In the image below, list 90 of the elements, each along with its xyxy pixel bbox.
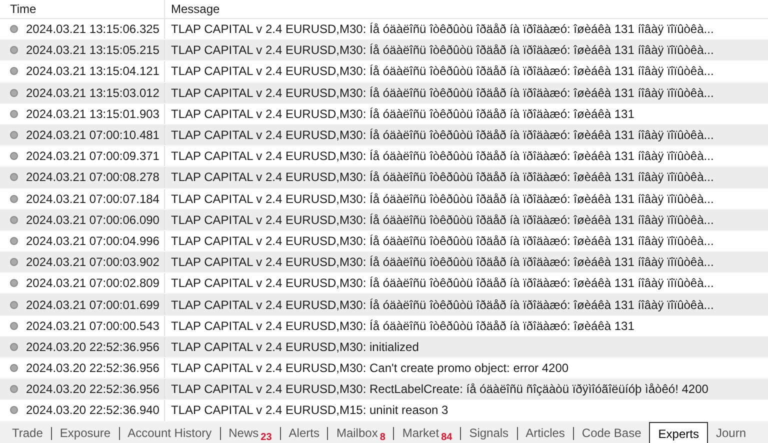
message-cell-text: TLAP CAPITAL v 2.4 EURUSD,M30: Can't create promo object: error 4200 <box>170 360 569 378</box>
time-cell-text: 2024.03.21 07:00:00.543 <box>26 318 160 335</box>
panel-tab[interactable]: Signals <box>461 422 517 443</box>
time-cell-text: 2024.03.21 13:15:06.325 <box>26 21 160 38</box>
status-dot-icon <box>10 385 18 394</box>
time-cell-text: 2024.03.20 22:52:36.956 <box>26 360 160 378</box>
log-row[interactable]: 2024.03.21 07:00:04.996 TLAP CAPITAL v 2.4 EURUSD,M30: Íå óäàëîñü îòêðûòü îðäåð íà ïðîäàæó: îøèáêà 131 íîâàÿ ïîïûòêà... <box>0 230 768 252</box>
status-dot-icon <box>10 236 18 245</box>
message-cell-text: TLAP CAPITAL v 2.4 EURUSD,M30: RectLabelCreate: íå óäàëîñü ñîçäàòü ïðÿìîóãîëüíóþ ìåòêó! 4200 <box>170 381 708 398</box>
status-dot-icon <box>10 173 18 182</box>
log-row[interactable]: 2024.03.21 07:00:09.371 TLAP CAPITAL v 2.4 EURUSD,M30: Íå óäàëîñü îòêðûòü îðäåð íà ïðîäàæó: îøèáêà 131 íîâàÿ ïîïûòêà... <box>0 146 768 168</box>
status-dot-icon <box>10 364 18 372</box>
log-row[interactable]: 2024.03.20 22:52:36.956 TLAP CAPITAL v 2.4 EURUSD,M30: Can't create promo object: error 4200 <box>0 358 768 380</box>
panel-tab[interactable]: Alerts <box>280 422 328 443</box>
log-row[interactable]: 2024.03.20 22:52:36.940 TLAP CAPITAL v 2.4 EURUSD,M15: uninit reason 3 <box>0 400 768 422</box>
status-dot-icon <box>10 322 18 330</box>
time-cell-text: 2024.03.21 13:15:03.012 <box>26 84 160 102</box>
time-cell-text: 2024.03.20 22:52:36.956 <box>26 338 160 356</box>
status-dot-icon <box>10 258 18 266</box>
status-dot-icon <box>10 67 18 76</box>
message-cell-text: TLAP CAPITAL v 2.4 EURUSD,M30: Íå óäàëîñü îòêðûòü îðäåð íà ïðîäàæó: îøèáêà 131 íîâàÿ ïîïûòêà... <box>170 212 714 229</box>
message-cell-text: TLAP CAPITAL v 2.4 EURUSD,M15: uninit reason 3 <box>170 402 448 420</box>
log-row[interactable]: 2024.03.21 07:00:07.184 TLAP CAPITAL v 2.4 EURUSD,M30: Íå óäàëîñü îòêðûòü îðäåð íà ïðîäàæó: îøèáêà 131 íîâàÿ ïîïûòêà... <box>0 188 768 210</box>
log-row[interactable]: 2024.03.21 07:00:10.481 TLAP CAPITAL v 2.4 EURUSD,M30: Íå óäàëîñü îòêðûòü îðäåð íà ïðîäàæó: îøèáêà 131 íîâàÿ ïîïûòêà... <box>0 124 768 146</box>
column-header[interactable]: Time <box>0 0 165 18</box>
column-header[interactable]: Message <box>165 0 768 18</box>
log-row[interactable]: 2024.03.21 13:15:03.012 TLAP CAPITAL v 2.4 EURUSD,M30: Íå óäàëîñü îòêðûòü îðäåð íà ïðîäàæó: îøèáêà 131 íîâàÿ ïîïûòêà... <box>0 82 768 104</box>
status-dot-icon <box>10 25 18 34</box>
time-cell-text: 2024.03.21 07:00:03.902 <box>26 254 160 272</box>
time-cell-text: 2024.03.21 07:00:09.371 <box>26 148 160 166</box>
message-cell-text: TLAP CAPITAL v 2.4 EURUSD,M30: initialized <box>170 338 419 356</box>
log-row[interactable]: 2024.03.21 07:00:01.699 TLAP CAPITAL v 2.4 EURUSD,M30: Íå óäàëîñü îòêðûòü îðäåð íà ïðîäàæó: îøèáêà 131 íîâàÿ ïîïûòêà... <box>0 294 768 316</box>
log-row[interactable]: 2024.03.21 07:00:03.902 TLAP CAPITAL v 2.4 EURUSD,M30: Íå óäàëîñü îòêðûòü îðäåð íà ïðîäàæó: îøèáêà 131 íîâàÿ ïîïûòêà... <box>0 252 768 274</box>
log-row[interactable]: 2024.03.21 07:00:08.278 TLAP CAPITAL v 2.4 EURUSD,M30: Íå óäàëîñü îòêðûòü îðäåð íà ïðîäàæó: îøèáêà 131 íîâàÿ ïîïûòêà... <box>0 167 768 188</box>
log-row[interactable]: 2024.03.20 22:52:36.956 TLAP CAPITAL v 2.4 EURUSD,M30: RectLabelCreate: íå óäàëîñü ñîçäàòü ïðÿìîóãîëüíóþ ìåòêó! 4200 <box>0 379 768 400</box>
message-cell-text: TLAP CAPITAL v 2.4 EURUSD,M30: Íå óäàëîñü îòêðûòü îðäåð íà ïðîäàæó: îøèáêà 131 íîâàÿ ïîïûòêà... <box>170 84 714 102</box>
message-cell-text: TLAP CAPITAL v 2.4 EURUSD,M30: Íå óäàëîñü îòêðûòü îðäåð íà ïðîäàæó: îøèáêà 131 íîâàÿ ïîïûòêà... <box>170 169 714 186</box>
message-cell-text: TLAP CAPITAL v 2.4 EURUSD,M30: Íå óäàëîñü îòêðûòü îðäåð íà ïðîäàæó: îøèáêà 131 íîâàÿ ïîïûòêà... <box>170 148 714 166</box>
log-row[interactable]: 2024.03.21 13:15:05.215 TLAP CAPITAL v 2.4 EURUSD,M30: Íå óäàëîñü îòêðûòü îðäåð íà ïðîäàæó: îøèáêà 131 íîâàÿ ïîïûòêà... <box>0 40 768 62</box>
panel-tab[interactable]: Account History <box>120 422 220 443</box>
status-dot-icon <box>10 300 18 309</box>
panel-tab[interactable]: Code Base <box>574 422 650 443</box>
time-cell-text: 2024.03.21 07:00:01.699 <box>26 296 160 314</box>
message-cell-text: TLAP CAPITAL v 2.4 EURUSD,M30: Íå óäàëîñü îòêðûòü îðäåð íà ïðîäàæó: îøèáêà 131 íîâàÿ ïîïûòêà... <box>170 296 714 314</box>
status-dot-icon <box>10 216 18 224</box>
time-cell-text: 2024.03.21 13:15:01.903 <box>26 106 160 123</box>
log-row[interactable]: 2024.03.21 07:00:06.090 TLAP CAPITAL v 2.4 EURUSD,M30: Íå óäàëîñü îòêðûòü îðäåð íà ïðîäàæó: îøèáêà 131 íîâàÿ ïîïûòêà... <box>0 210 768 231</box>
time-cell-text: 2024.03.21 07:00:02.809 <box>26 275 160 292</box>
message-cell-text: TLAP CAPITAL v 2.4 EURUSD,M30: Íå óäàëîñü îòêðûòü îðäåð íà ïðîäàæó: îøèáêà 131 <box>170 318 634 335</box>
message-cell-text: TLAP CAPITAL v 2.4 EURUSD,M30: Íå óäàëîñü îòêðûòü îðäåð íà ïðîäàæó: îøèáêà 131 íîâàÿ ïîïûòêà... <box>170 21 714 38</box>
message-cell-text: TLAP CAPITAL v 2.4 EURUSD,M30: Íå óäàëîñü îòêðûòü îðäåð íà ïðîäàæó: îøèáêà 131 íîâàÿ ïîïûòêà... <box>170 254 714 272</box>
status-dot-icon <box>10 88 18 97</box>
time-cell-text: 2024.03.20 22:52:36.940 <box>26 402 160 420</box>
message-cell-text: TLAP CAPITAL v 2.4 EURUSD,M30: Íå óäàëîñü îòêðûòü îðäåð íà ïðîäàæó: îøèáêà 131 íîâàÿ ïîïûòêà... <box>170 190 714 208</box>
status-dot-icon <box>10 279 18 288</box>
status-dot-icon <box>10 342 18 351</box>
status-dot-icon <box>10 152 18 160</box>
count-label: 84 <box>441 430 452 443</box>
time-cell-text: 2024.03.21 07:00:08.278 <box>26 169 160 186</box>
message-cell-text: TLAP CAPITAL v 2.4 EURUSD,M30: Íå óäàëîñü îòêðûòü îðäåð íà ïðîäàæó: îøèáêà 131 íîâàÿ ïîïûòêà... <box>170 232 714 250</box>
message-cell-text: TLAP CAPITAL v 2.4 EURUSD,M30: Íå óäàëîñü îòêðûòü îðäåð íà ïðîäàæó: îøèáêà 131 íîâàÿ ïîïûòêà... <box>170 275 714 292</box>
panel-tab[interactable]: Trade <box>4 422 51 443</box>
time-cell-text: 2024.03.21 13:15:04.121 <box>26 63 160 80</box>
log-row[interactable]: 2024.03.21 13:15:06.325 TLAP CAPITAL v 2.4 EURUSD,M30: Íå óäàëîñü îòêðûòü îðäåð íà ïðîäàæó: îøèáêà 131 íîâàÿ ïîïûòêà... <box>0 19 768 40</box>
count-label: 23 <box>260 430 272 443</box>
log-row[interactable]: 2024.03.21 13:15:01.903 TLAP CAPITAL v 2.4 EURUSD,M30: Íå óäàëîñü îòêðûòü îðäåð íà ïðîäàæó: îøèáêà 131 <box>0 104 768 125</box>
status-dot-icon <box>10 110 18 118</box>
time-cell-text: 2024.03.21 07:00:06.090 <box>26 212 160 229</box>
status-dot-icon <box>10 46 18 54</box>
message-cell-text: TLAP CAPITAL v 2.4 EURUSD,M30: Íå óäàëîñü îòêðûòü îðäåð íà ïðîäàæó: îøèáêà 131 íîâàÿ ïîïûòêà... <box>170 63 714 80</box>
status-dot-icon <box>10 131 18 140</box>
panel-tab[interactable]: Exposure <box>52 422 119 443</box>
panel-tab[interactable]: Articles <box>518 422 573 443</box>
time-cell-text: 2024.03.21 07:00:07.184 <box>26 190 160 208</box>
log-row[interactable]: 2024.03.21 13:15:04.121 TLAP CAPITAL v 2.4 EURUSD,M30: Íå óäàëîñü îòêðûòü îðäåð íà ïðîäàæó: îøèáêà 131 íîâàÿ ïîïûòêà... <box>0 61 768 83</box>
time-cell-text: 2024.03.21 07:00:10.481 <box>26 127 160 144</box>
message-cell-text: TLAP CAPITAL v 2.4 EURUSD,M30: Íå óäàëîñü îòêðûòü îðäåð íà ïðîäàæó: îøèáêà 131 íîâàÿ ïîïûòêà... <box>170 127 714 144</box>
time-cell-text: 2024.03.20 22:52:36.956 <box>26 381 160 398</box>
status-dot-icon <box>10 194 18 203</box>
time-cell-text: 2024.03.21 13:15:05.215 <box>26 42 160 60</box>
count-label: 8 <box>380 430 386 443</box>
log-row[interactable]: 2024.03.21 07:00:02.809 TLAP CAPITAL v 2.4 EURUSD,M30: Íå óäàëîñü îòêðûòü îðäåð íà ïðîäàæó: îøèáêà 131 íîâàÿ ïîïûòêà... <box>0 273 768 294</box>
message-cell-text: TLAP CAPITAL v 2.4 EURUSD,M30: Íå óäàëîñü îòêðûòü îðäåð íà ïðîäàæó: îøèáêà 131 íîâàÿ ïîïûòêà... <box>170 42 714 60</box>
log-row[interactable]: 2024.03.21 07:00:00.543 TLAP CAPITAL v 2.4 EURUSD,M30: Íå óäàëîñü îòêðûòü îðäåð íà ïðîäàæó: îøèáêà 131 <box>0 316 768 337</box>
panel-tab[interactable]: Journ <box>708 422 754 443</box>
status-dot-icon <box>10 406 18 414</box>
time-cell-text: 2024.03.21 07:00:04.996 <box>26 232 160 250</box>
log-row[interactable]: 2024.03.20 22:52:36.956 TLAP CAPITAL v 2.4 EURUSD,M30: initialized <box>0 336 768 358</box>
panel-tab[interactable]: Experts <box>649 422 708 443</box>
message-cell-text: TLAP CAPITAL v 2.4 EURUSD,M30: Íå óäàëîñü îòêðûòü îðäåð íà ïðîäàæó: îøèáêà 131 <box>170 106 634 123</box>
